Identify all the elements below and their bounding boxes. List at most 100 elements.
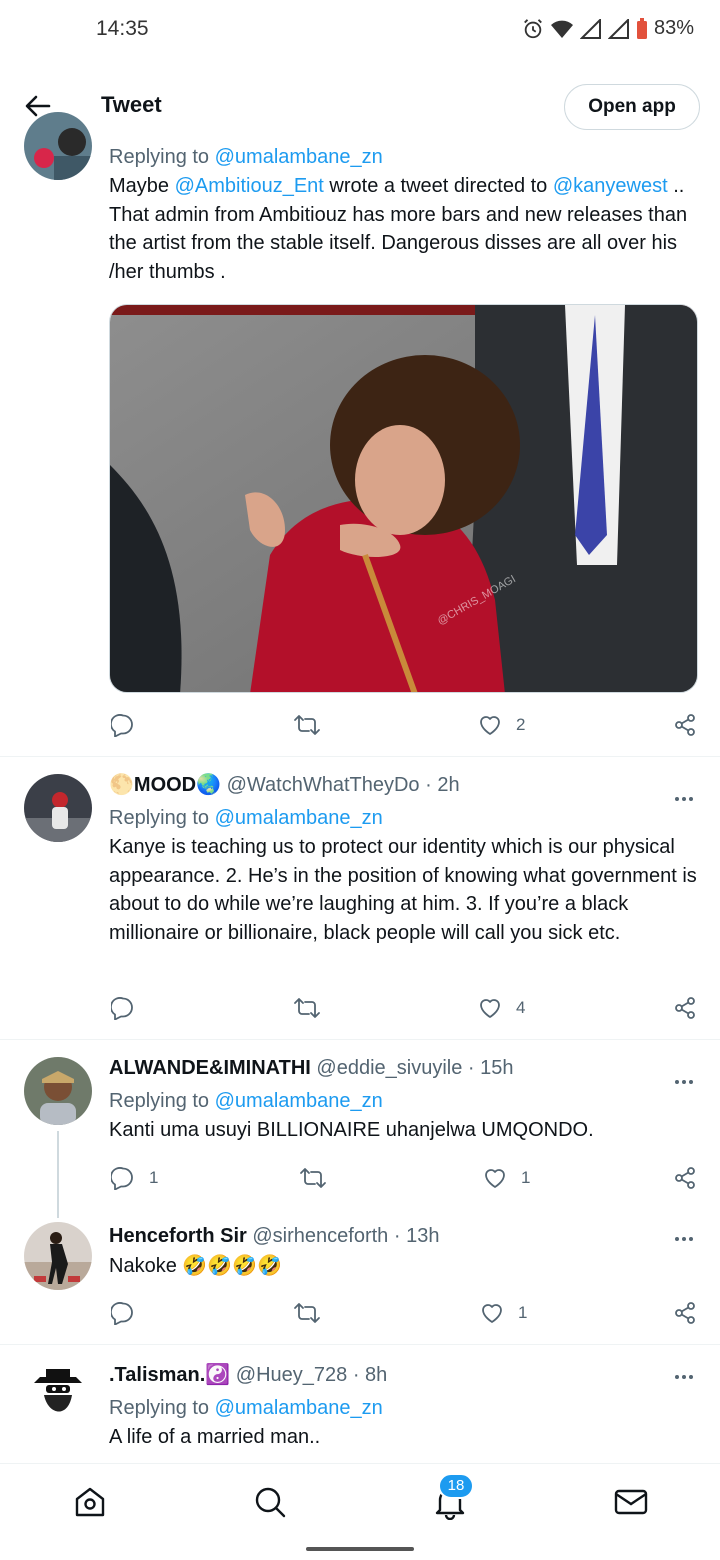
- share-button[interactable]: [673, 1162, 697, 1194]
- battery-percent: 83%: [653, 17, 694, 39]
- like-icon: [485, 1169, 505, 1188]
- share-button[interactable]: [673, 1297, 697, 1329]
- tweet-image[interactable]: @CHRIS_MOAGI: [109, 304, 698, 693]
- yin-yang-emoji-icon: ☯️: [205, 1364, 231, 1386]
- user-name[interactable]: MOOD: [134, 774, 196, 796]
- laughing-emoji: 🤣🤣🤣🤣: [182, 1255, 282, 1277]
- notifications-badge: 18: [438, 1473, 474, 1499]
- retweet-button[interactable]: [299, 1162, 327, 1194]
- user-name[interactable]: Henceforth Sir: [109, 1225, 247, 1247]
- tweet-header: Henceforth Sir @sirhenceforth · 13h: [109, 1222, 701, 1250]
- share-icon: [675, 997, 695, 1019]
- tweet-header: .Talisman.☯️ @Huey_728 · 8h: [109, 1361, 701, 1389]
- reply-icon: [111, 1167, 133, 1190]
- tweet-body: .Talisman.☯️ @Huey_728 · 8h Replying to …: [109, 1361, 701, 1452]
- retweet-icon: [294, 715, 320, 735]
- tweet-body: Replying to @umalambane_zn Maybe @Ambiti…: [109, 142, 701, 286]
- user-name[interactable]: ALWANDE&IMINATHI: [109, 1057, 311, 1079]
- mention-link[interactable]: @Ambitiouz_Ent: [175, 175, 324, 197]
- replying-to: Replying to @umalambane_zn: [109, 1090, 383, 1112]
- like-button[interactable]: 1: [483, 1162, 530, 1194]
- like-button[interactable]: 1: [480, 1297, 527, 1329]
- tweet-3[interactable]: Henceforth Sir @sirhenceforth · 13h Nako…: [0, 1208, 720, 1345]
- battery-icon: [636, 17, 647, 39]
- tweet-text: A life of a married man..: [109, 1426, 321, 1448]
- thread-line: [57, 1131, 59, 1218]
- tweet-time: · 15h: [467, 1057, 514, 1079]
- like-button[interactable]: 4: [478, 992, 525, 1024]
- retweet-button[interactable]: [293, 709, 321, 741]
- like-count: 1: [518, 1303, 528, 1322]
- tweet-actions: 4: [109, 992, 699, 1024]
- reply-icon: [111, 1302, 133, 1325]
- bottom-nav: 18: [0, 1463, 720, 1538]
- share-icon: [675, 1167, 695, 1189]
- user-handle[interactable]: @WatchWhatTheyDo: [227, 774, 420, 796]
- like-icon: [482, 1304, 502, 1323]
- like-button[interactable]: 2: [478, 709, 525, 741]
- replying-to: Replying to @umalambane_zn: [109, 146, 383, 168]
- tweet-body: Henceforth Sir @sirhenceforth · 13h Nako…: [109, 1222, 701, 1281]
- tweet-2[interactable]: ALWANDE&IMINATHI @eddie_sivuyile · 15h R…: [0, 1040, 720, 1218]
- tweet-text: Nakoke 🤣🤣🤣🤣: [109, 1255, 282, 1277]
- top-bar: Tweet Open app: [0, 72, 720, 140]
- open-app-button[interactable]: Open app: [564, 84, 700, 130]
- avatar[interactable]: [24, 774, 92, 842]
- reply-button[interactable]: 1: [111, 1162, 158, 1194]
- user-handle[interactable]: @sirhenceforth: [252, 1225, 388, 1247]
- avatar[interactable]: [24, 1057, 92, 1125]
- reply-count: 1: [149, 1168, 159, 1187]
- reply-mention-link[interactable]: @umalambane_zn: [215, 807, 383, 829]
- avatar[interactable]: [24, 1222, 92, 1290]
- globe-emoji-icon: 🌏: [196, 774, 222, 796]
- avatar[interactable]: [24, 1361, 92, 1429]
- moon-emoji-icon: 🌕: [109, 774, 134, 796]
- reply-icon: [111, 714, 133, 737]
- reply-button[interactable]: [111, 992, 135, 1024]
- reply-mention-link[interactable]: @umalambane_zn: [215, 146, 383, 168]
- signal-icon-2: [607, 18, 629, 39]
- tweet-text: Kanye is teaching us to protect our iden…: [109, 836, 697, 944]
- retweet-button[interactable]: [293, 1297, 321, 1329]
- status-icons: 83%: [522, 17, 694, 40]
- tweet-actions: 1 1: [109, 1162, 699, 1194]
- tweet-text: Kanti uma usuyi BILLIONAIRE uhanjelwa UM…: [109, 1119, 594, 1141]
- avatar[interactable]: [24, 112, 92, 180]
- mail-icon[interactable]: [613, 1484, 649, 1520]
- share-button[interactable]: [673, 992, 697, 1024]
- page-title: Tweet: [101, 92, 162, 117]
- share-icon: [675, 714, 695, 736]
- reply-mention-link[interactable]: @umalambane_zn: [215, 1090, 383, 1112]
- status-time: 14:35: [96, 17, 149, 40]
- like-icon: [480, 716, 500, 735]
- retweet-icon: [300, 1168, 326, 1188]
- tweet-text: Maybe @Ambitiouz_Ent wrote a tweet direc…: [109, 175, 688, 283]
- reply-mention-link[interactable]: @umalambane_zn: [215, 1397, 383, 1419]
- status-bar: 14:35 83%: [0, 0, 720, 60]
- tweet-4[interactable]: .Talisman.☯️ @Huey_728 · 8h Replying to …: [0, 1345, 720, 1463]
- reply-button[interactable]: [111, 1297, 135, 1329]
- reply-icon: [111, 997, 133, 1020]
- retweet-icon: [294, 998, 320, 1018]
- retweet-button[interactable]: [293, 992, 321, 1024]
- home-indicator[interactable]: [306, 1547, 414, 1551]
- like-count: 1: [521, 1168, 531, 1187]
- search-icon[interactable]: [252, 1484, 288, 1520]
- home-icon[interactable]: [72, 1484, 108, 1520]
- user-name[interactable]: .Talisman.: [109, 1364, 205, 1386]
- share-icon: [675, 1302, 695, 1324]
- tweet-1[interactable]: 🌕MOOD🌏 @WatchWhatTheyDo · 2h Replying to…: [0, 757, 720, 1040]
- tweet-header: 🌕MOOD🌏 @WatchWhatTheyDo · 2h: [109, 771, 701, 799]
- tweet-time: · 2h: [425, 774, 460, 796]
- like-count: 4: [516, 998, 526, 1017]
- reply-button[interactable]: [111, 709, 135, 741]
- tweet-header: ALWANDE&IMINATHI @eddie_sivuyile · 15h: [109, 1054, 701, 1082]
- mention-link[interactable]: @kanyewest: [553, 175, 668, 197]
- tweet-0[interactable]: Replying to @umalambane_zn Maybe @Ambiti…: [0, 112, 720, 757]
- retweet-icon: [294, 1303, 320, 1323]
- user-handle[interactable]: @Huey_728: [236, 1364, 347, 1386]
- tweet-time: · 8h: [352, 1364, 388, 1386]
- share-button[interactable]: [673, 709, 697, 741]
- tweet-actions: 2: [109, 709, 699, 741]
- user-handle[interactable]: @eddie_sivuyile: [316, 1057, 462, 1079]
